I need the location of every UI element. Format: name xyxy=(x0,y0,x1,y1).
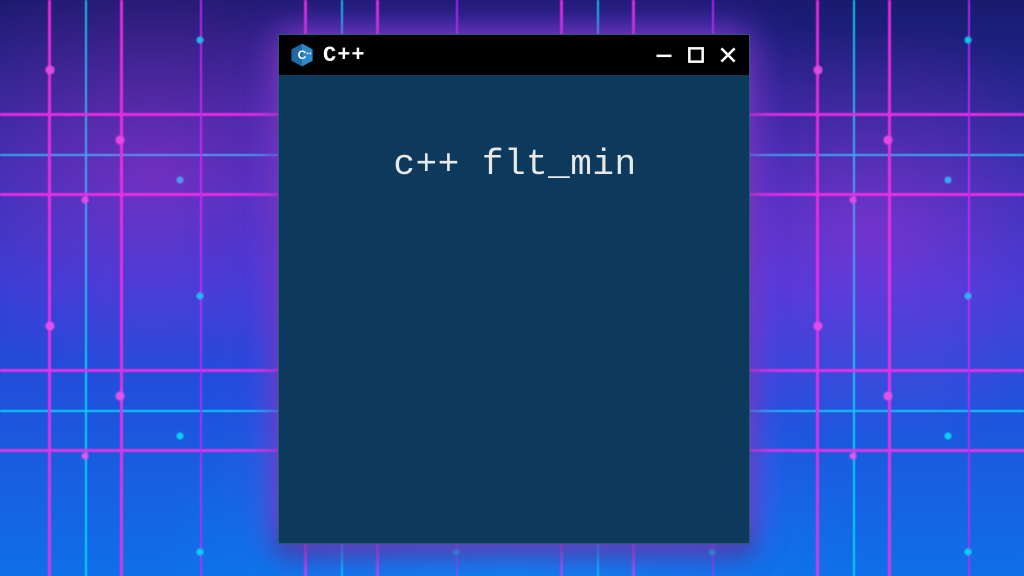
window-title: C++ xyxy=(323,43,366,68)
cpp-logo-icon: C + + xyxy=(289,42,315,68)
terminal-content: c++ flt_min xyxy=(393,144,636,185)
maximize-button[interactable] xyxy=(685,44,707,66)
svg-text:C: C xyxy=(298,48,307,62)
titlebar[interactable]: C + + C++ xyxy=(279,35,749,75)
minimize-button[interactable] xyxy=(653,44,675,66)
close-button[interactable] xyxy=(717,44,739,66)
window-controls xyxy=(653,44,739,66)
svg-text:+: + xyxy=(309,52,312,57)
terminal-body[interactable]: c++ flt_min xyxy=(279,75,749,543)
terminal-window: C + + C++ c++ flt_min xyxy=(278,34,750,544)
